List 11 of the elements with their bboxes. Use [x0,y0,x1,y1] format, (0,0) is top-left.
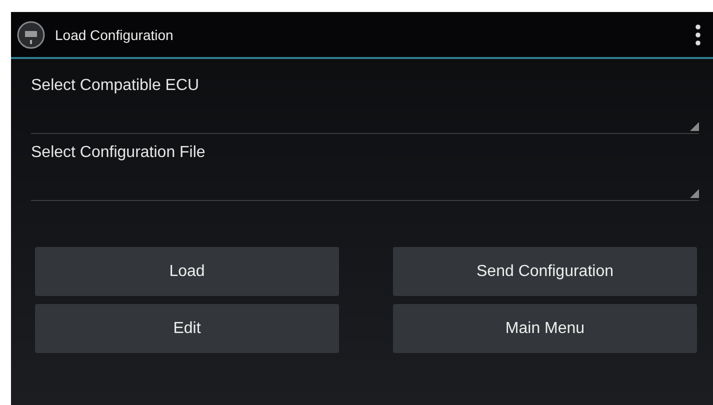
gauge-icon [17,20,45,48]
action-button[interactable]: Send Configuration [393,247,697,296]
action-button[interactable]: Load [35,247,339,296]
action-button[interactable]: Main Menu [393,304,697,353]
action-button[interactable]: Edit [35,304,339,353]
dropdown-corner-icon [690,122,699,131]
dropdown-corner-icon [690,189,699,198]
spinner-label: Select Compatible ECU [31,77,200,95]
overflow-menu-icon[interactable] [695,24,701,46]
spinner-label: Select Configuration File [31,144,206,162]
window-title: Load Configuration [55,26,174,42]
